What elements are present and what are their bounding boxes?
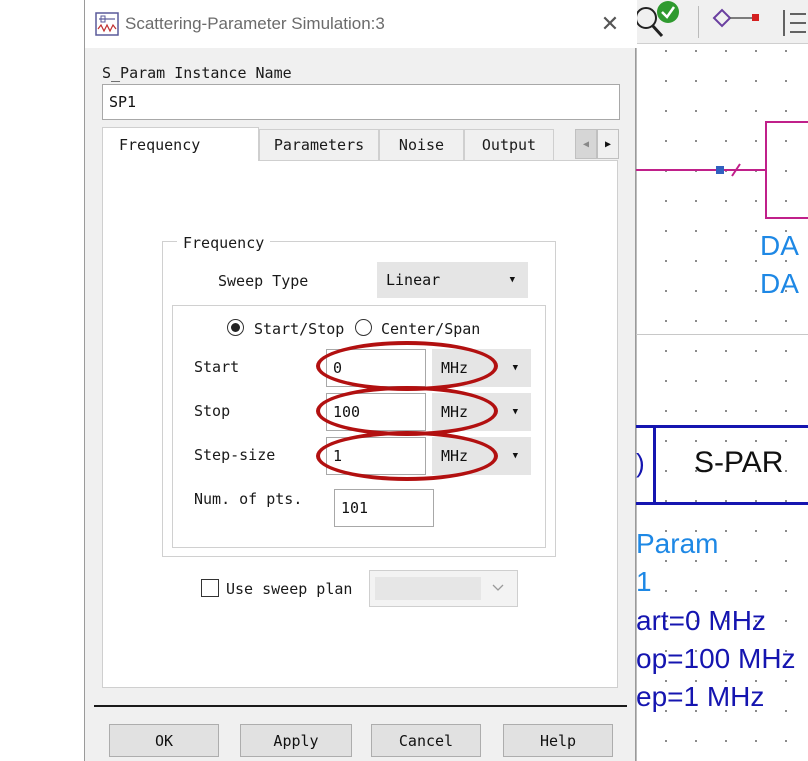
sparam-step-line: ep=1 MHz <box>636 681 765 712</box>
stop-input[interactable]: 100 <box>326 393 426 431</box>
sparam-param-line: Param <box>636 528 719 559</box>
cancel-button[interactable]: Cancel <box>371 724 481 757</box>
sparam-name-line: 1 <box>636 566 652 597</box>
zoom-icon[interactable] <box>636 0 696 44</box>
schematic-divider <box>636 334 808 335</box>
num-points-label: Num. of pts. <box>194 490 303 508</box>
close-icon[interactable]: ✕ <box>597 12 623 38</box>
chevron-down-icon: ▼ <box>512 363 518 373</box>
sparam-start-line: art=0 MHz <box>636 605 766 636</box>
dialog-titlebar[interactable]: Scattering-Parameter Simulation:3 ✕ <box>85 0 637 48</box>
start-unit-value: MHz <box>441 359 469 377</box>
tab-noise[interactable]: Noise <box>379 129 464 161</box>
stop-unit-value: MHz <box>441 403 469 421</box>
start-stop-radio[interactable] <box>227 319 244 336</box>
frequency-group-title: Frequency <box>177 234 271 252</box>
tab-frequency[interactable]: Frequency <box>102 127 259 161</box>
center-span-radio[interactable] <box>355 319 372 336</box>
chevron-down-icon: ▼ <box>509 275 515 285</box>
start-label: Start <box>194 358 240 376</box>
start-input[interactable]: 0 <box>326 349 426 387</box>
ok-button[interactable]: OK <box>109 724 219 757</box>
dialog-separator <box>94 705 627 707</box>
tab-scroll-left-icon[interactable]: ◀ <box>575 129 597 159</box>
instance-name-label: S_Param Instance Name <box>102 64 292 82</box>
schematic-toolbar <box>636 0 808 44</box>
num-points-input[interactable]: 101 <box>334 489 434 527</box>
sparam-block[interactable]: ) S-PAR <box>636 425 808 505</box>
step-size-input[interactable]: 1 <box>326 437 426 475</box>
step-size-unit-value: MHz <box>441 447 469 465</box>
chevron-down-icon <box>492 584 504 591</box>
sweep-type-value: Linear <box>386 271 441 289</box>
tab-scroll-right-icon[interactable]: ▶ <box>597 129 619 159</box>
schematic-wire <box>636 121 808 219</box>
sweep-type-select[interactable]: Linear ▼ <box>377 262 528 298</box>
start-stop-label: Start/Stop <box>254 320 345 338</box>
sweep-plan-select[interactable] <box>369 570 518 607</box>
sparam-dialog: Scattering-Parameter Simulation:3 ✕ S_Pa… <box>84 0 637 761</box>
sparam-stop-line: op=100 MHz <box>636 643 796 674</box>
instance-name-input[interactable]: SP1 <box>102 84 620 120</box>
schematic-label-1: DA <box>760 230 799 261</box>
sparam-app-icon <box>95 12 119 36</box>
dialog-title: Scattering-Parameter Simulation:3 <box>125 14 385 33</box>
tab-output[interactable]: Output <box>464 129 554 161</box>
apply-button[interactable]: Apply <box>240 724 352 757</box>
schematic-label-2: DA <box>760 268 799 299</box>
sparam-block-title: S-PAR <box>694 446 784 479</box>
start-unit-select[interactable]: MHz ▼ <box>432 349 531 387</box>
step-size-label: Step-size <box>194 446 276 464</box>
port-icon[interactable] <box>708 4 768 40</box>
step-size-unit-select[interactable]: MHz ▼ <box>432 437 531 475</box>
use-sweep-plan-label: Use sweep plan <box>226 580 353 598</box>
use-sweep-plan-checkbox[interactable] <box>201 579 219 597</box>
stop-label: Stop <box>194 402 231 420</box>
tab-scroll: ◀ ▶ <box>575 129 619 159</box>
chevron-down-icon: ▼ <box>512 407 518 417</box>
help-button[interactable]: Help <box>503 724 613 757</box>
chevron-down-icon: ▼ <box>512 451 518 461</box>
center-span-label: Center/Span <box>381 320 481 338</box>
sweep-type-label: Sweep Type <box>218 272 309 290</box>
stop-unit-select[interactable]: MHz ▼ <box>432 393 531 431</box>
ground-icon[interactable] <box>778 6 808 40</box>
tab-parameters[interactable]: Parameters <box>259 129 379 161</box>
